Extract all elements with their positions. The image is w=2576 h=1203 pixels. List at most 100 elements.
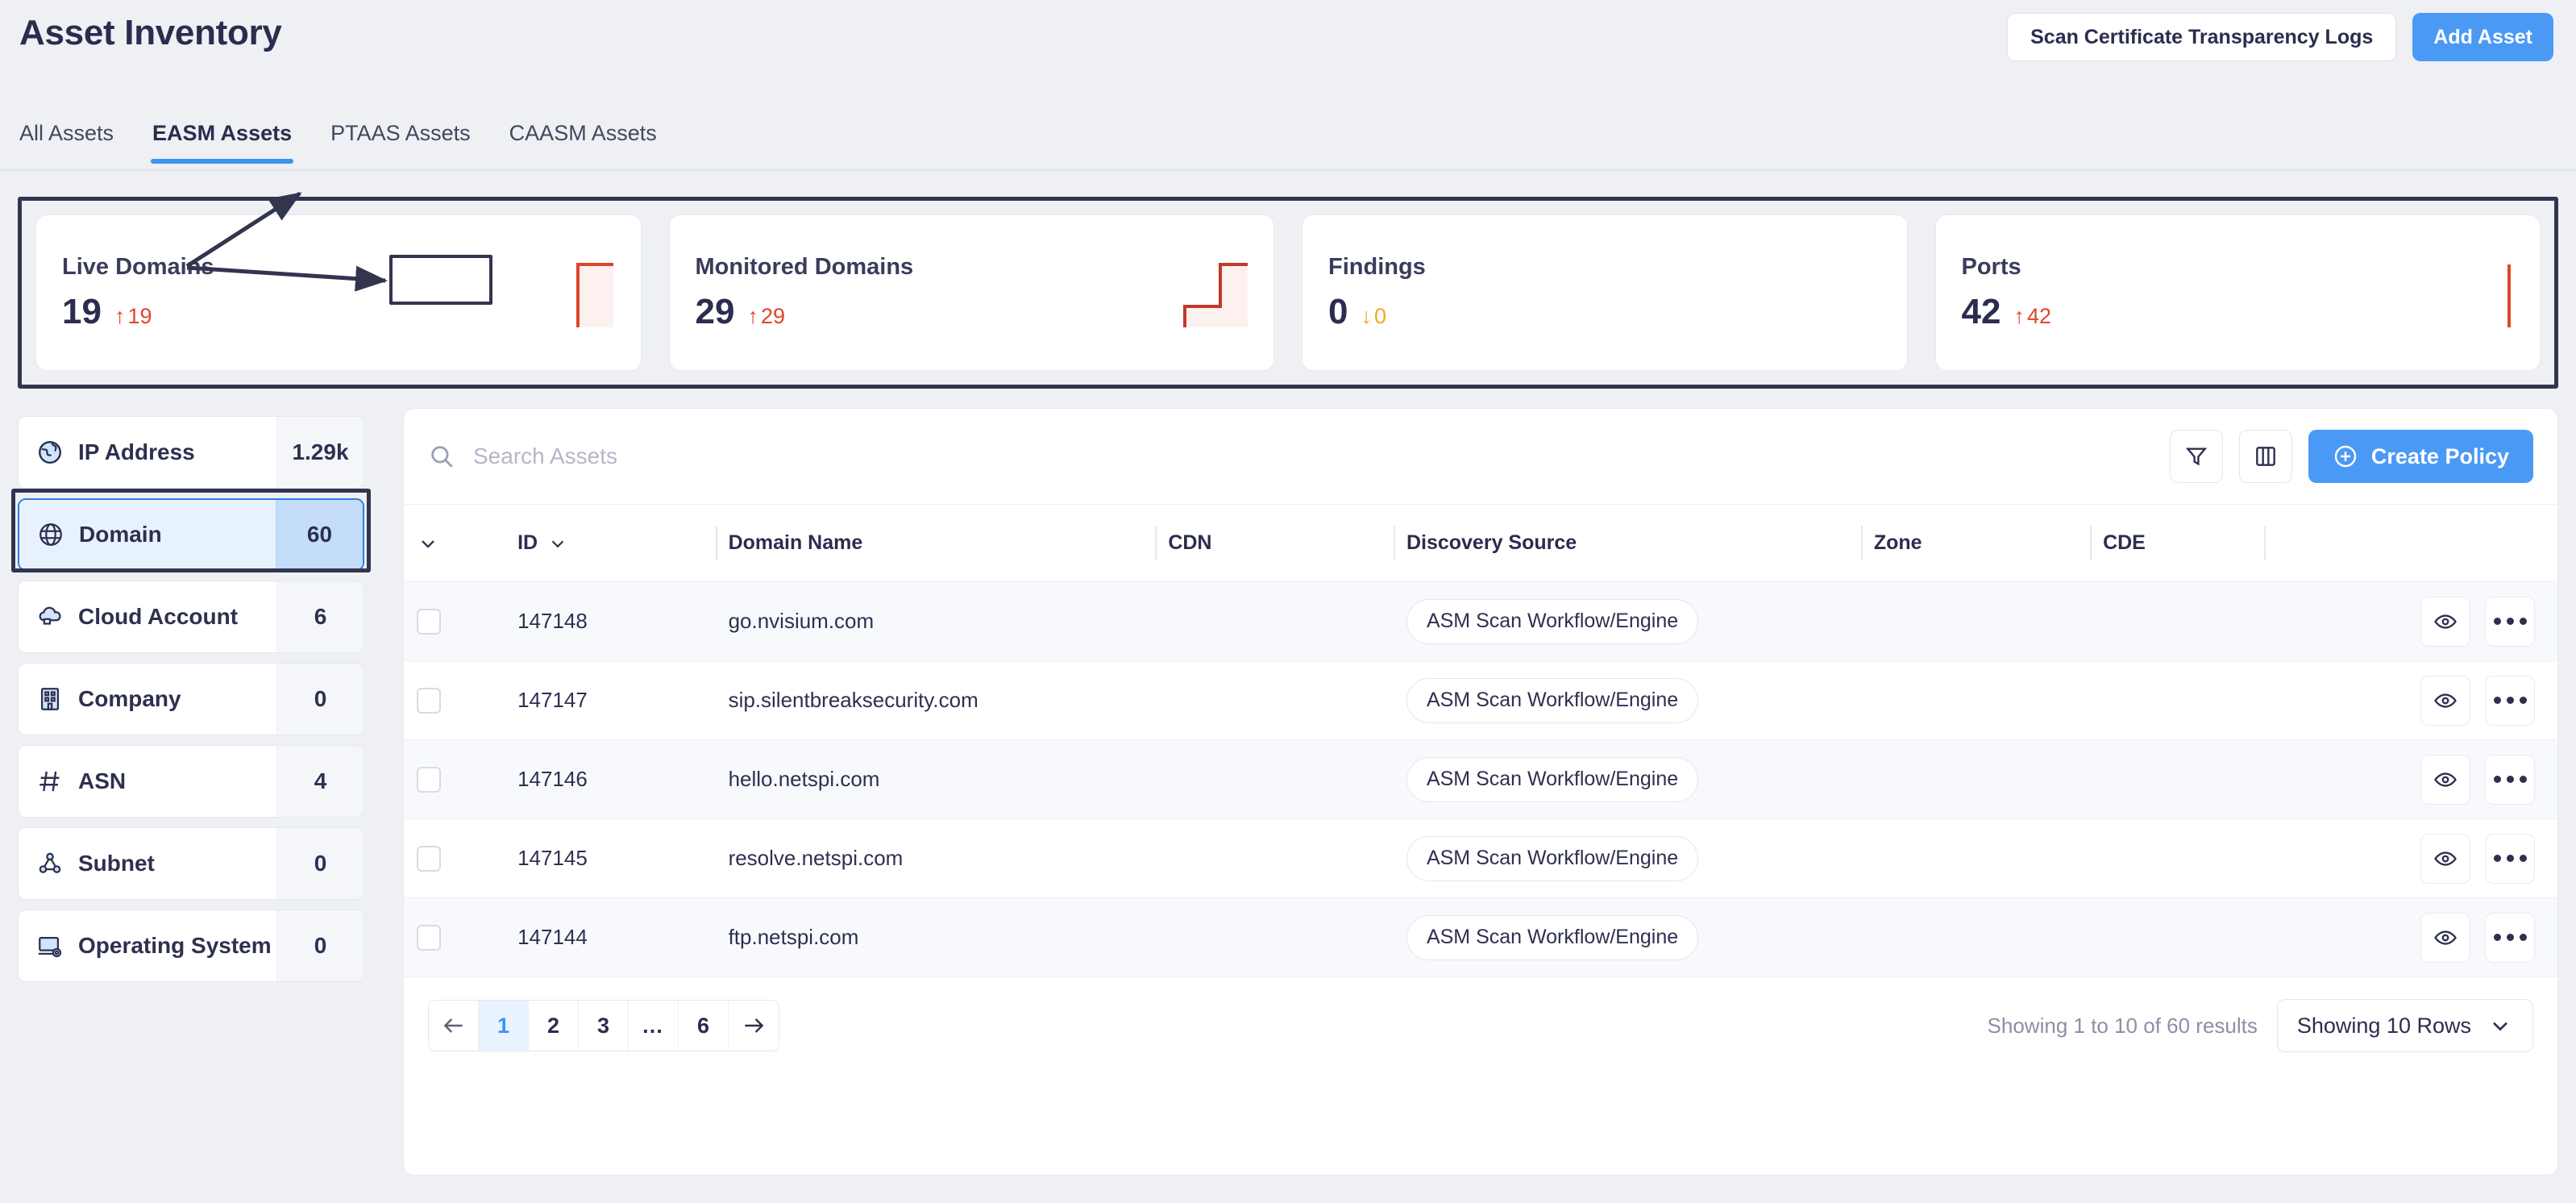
row-more-menu-button[interactable] [2485, 675, 2535, 726]
facet-item-subnet[interactable]: Subnet 0 [18, 827, 364, 900]
row-checkbox[interactable] [417, 608, 441, 635]
row-actions-cell [2264, 739, 2557, 819]
tab-all-assets[interactable]: All Assets [0, 121, 133, 162]
columns-icon [2256, 447, 2275, 466]
facet-count: 1.29k [276, 417, 364, 488]
column-header-actions [2264, 504, 2557, 582]
row-actions-cell [2264, 897, 2557, 977]
globe-icon [39, 523, 62, 546]
column-divider [1155, 526, 1157, 560]
column-header-id[interactable]: ID [505, 504, 716, 582]
filter-icon [2185, 447, 2208, 466]
kpi-card-ports[interactable]: Ports 42 ↑ 42 [1934, 214, 2541, 371]
table-row[interactable]: 147147 sip.silentbreaksecurity.com ASM S… [404, 660, 2557, 740]
kpi-delta: ↓ 0 [1361, 304, 1386, 329]
view-asset-button[interactable] [2420, 833, 2470, 884]
row-more-menu-button[interactable] [2485, 912, 2535, 963]
row-more-menu-button[interactable] [2485, 754, 2535, 805]
row-checkbox[interactable] [417, 924, 441, 951]
scan-certificate-transparency-logs-button[interactable]: Scan Certificate Transparency Logs [2007, 13, 2397, 61]
arrow-left-icon [443, 1018, 463, 1033]
row-cdn [1155, 660, 1394, 740]
row-more-menu-button[interactable] [2485, 833, 2535, 884]
row-domain-name: resolve.netspi.com [715, 818, 1156, 898]
column-label: Domain Name [728, 531, 863, 554]
ellipsis-icon [2493, 855, 2527, 862]
search-icon [431, 446, 453, 468]
facet-item-ip-address[interactable]: IP Address 1.29k [18, 416, 364, 489]
column-header-select[interactable] [404, 504, 505, 582]
facet-item-operating-system[interactable]: Operating System 0 [18, 910, 364, 982]
rows-per-page-select[interactable]: Showing 10 Rows [2276, 999, 2533, 1052]
facet-item-cloud-account[interactable]: Cloud Account 6 [18, 581, 364, 653]
asset-inventory-page: Asset Inventory Scan Certificate Transpa… [0, 0, 2576, 1203]
kpi-card-monitored-domains[interactable]: Monitored Domains 29 ↑ 29 [668, 214, 1274, 371]
assets-toolbar: Create Policy [404, 409, 2557, 504]
facet-item-domain[interactable]: Domain 60 [18, 498, 364, 571]
kpi-value: 0 [1328, 291, 1348, 331]
pagination-next-button[interactable] [729, 1001, 779, 1051]
add-asset-button[interactable]: Add Asset [2412, 13, 2553, 61]
row-checkbox[interactable] [417, 766, 441, 793]
asset-tabs: All Assets EASM Assets PTAAS Assets CAAS… [0, 121, 2576, 171]
tab-easm-assets[interactable]: EASM Assets [133, 121, 311, 164]
hash-icon [39, 771, 60, 792]
view-asset-button[interactable] [2420, 675, 2470, 726]
column-header-domain-name[interactable]: Domain Name [715, 504, 1156, 582]
row-cdn [1155, 818, 1394, 898]
table-row[interactable]: 147146 hello.netspi.com ASM Scan Workflo… [404, 739, 2557, 819]
tab-caasm-assets[interactable]: CAASM Assets [490, 121, 676, 162]
row-checkbox[interactable] [417, 687, 441, 714]
pagination-page-1[interactable]: 1 [479, 1001, 529, 1051]
column-header-zone[interactable]: Zone [1860, 504, 2091, 582]
facet-label: Operating System [78, 933, 272, 958]
kpi-delta: ↑ 19 [114, 304, 152, 329]
facet-item-asn[interactable]: ASN 4 [18, 745, 364, 818]
columns-button[interactable] [2238, 430, 2292, 483]
row-zone [1860, 897, 2091, 977]
view-asset-button[interactable] [2420, 912, 2470, 963]
row-checkbox[interactable] [417, 845, 441, 872]
column-label: CDE [2103, 531, 2146, 554]
column-header-cde[interactable]: CDE [2090, 504, 2265, 582]
create-policy-button[interactable]: Create Policy [2308, 430, 2533, 483]
table-row[interactable]: 147144 ftp.netspi.com ASM Scan Workflow/… [404, 897, 2557, 977]
kpi-card-live-domains[interactable]: Live Domains 19 ↑ 19 [35, 214, 642, 371]
facet-count: 0 [276, 828, 364, 899]
table-row[interactable]: 147148 go.nvisium.com ASM Scan Workflow/… [404, 581, 2557, 661]
results-count-text: Showing 1 to 10 of 60 results [1987, 1013, 2258, 1038]
row-discovery-source: ASM Scan Workflow/Engine [1393, 897, 1861, 977]
view-asset-button[interactable] [2420, 596, 2470, 647]
tab-ptaas-assets[interactable]: PTAAS Assets [311, 121, 490, 162]
building-icon [40, 688, 60, 710]
cloud-icon [39, 606, 61, 625]
chevron-down-icon [2493, 1022, 2507, 1031]
row-cde [2090, 897, 2265, 977]
pagination-prev-button[interactable] [429, 1001, 479, 1051]
column-header-discovery-source[interactable]: Discovery Source [1393, 504, 1861, 582]
search-input[interactable] [473, 443, 2154, 469]
column-header-cdn[interactable]: CDN [1155, 504, 1394, 582]
row-domain-name: sip.silentbreaksecurity.com [715, 660, 1156, 740]
facet-item-company[interactable]: Company 0 [18, 663, 364, 735]
view-asset-button[interactable] [2420, 754, 2470, 805]
kpi-label: Live Domains [62, 253, 214, 280]
monitor-gear-icon [38, 936, 62, 958]
eye-icon [2434, 772, 2457, 787]
sparkline-chart [2507, 264, 2511, 327]
table-row[interactable]: 147145 resolve.netspi.com ASM Scan Workf… [404, 818, 2557, 898]
row-discovery-source: ASM Scan Workflow/Engine [1393, 660, 1861, 740]
row-more-menu-button[interactable] [2485, 596, 2535, 647]
arrow-up-icon: ↑ [747, 303, 758, 328]
pagination-page-3[interactable]: 3 [579, 1001, 629, 1051]
pagination-page-6[interactable]: 6 [679, 1001, 729, 1051]
rows-per-page-label: Showing 10 Rows [2296, 1013, 2471, 1038]
column-divider [1393, 526, 1395, 560]
kpi-card-findings[interactable]: Findings 0 ↓ 0 [1302, 214, 1908, 371]
arrow-down-icon: ↓ [1361, 303, 1372, 328]
pagination-page-2[interactable]: 2 [529, 1001, 579, 1051]
kpi-value: 19 [62, 291, 102, 331]
kpi-delta-value: 42 [2026, 303, 2051, 328]
filter-button[interactable] [2169, 430, 2223, 483]
pagination-ellipsis: … [629, 1001, 679, 1051]
